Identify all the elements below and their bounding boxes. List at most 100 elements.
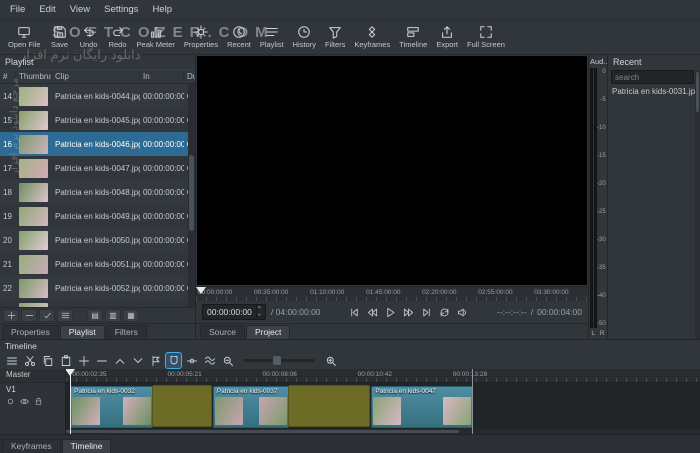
timeline-clip[interactable]: Patricia en kids-0047 [371,386,473,428]
menu-settings[interactable]: Settings [97,2,145,17]
master-track-head[interactable]: Master [0,369,65,383]
scrub-while-dragging-button[interactable] [184,353,199,368]
play-button[interactable] [385,307,396,318]
copy-button[interactable] [40,353,55,368]
dock-tab-filters[interactable]: Filters [105,325,147,339]
toolbar-export-button[interactable]: Export [432,23,462,51]
recent-scrollbar-thumb[interactable] [696,72,699,112]
playlist-row[interactable]: 16Patricia en kids-0046.jpg00:00:00:0000… [0,132,195,156]
view-icons-button[interactable]: ▦ [123,309,139,322]
playlist-row[interactable]: 20Patricia en kids-0050.jpg00:00:00:0000… [0,228,195,252]
timeline-track-v1[interactable]: Patricia en kids-0032 Patricia en kids-00… [66,385,700,428]
append-button[interactable] [76,353,91,368]
timeline-clip[interactable]: Patricia en kids-0032 [70,386,153,428]
playlist-column-headers: #ThumbnailsClipInDuration [0,69,195,84]
playlist-scrollbar[interactable] [188,84,195,307]
play-quickly-backwards-button[interactable] [367,307,378,318]
volume-button[interactable] [457,307,468,318]
player-tab-source[interactable]: Source [200,325,245,339]
bottom-tab-keyframes[interactable]: Keyframes [2,439,61,453]
recent-file-item[interactable]: Patricia en kids-0031.jpg [608,85,700,98]
zoom-timeline-in-button[interactable] [323,353,338,368]
toolbar-peak-meter-button[interactable]: Peak Meter [133,23,179,51]
column-header-thumbnails[interactable]: Thumbnails [16,72,52,81]
bottom-tab-timeline[interactable]: Timeline [61,439,112,453]
column-header-[interactable]: # [0,72,16,81]
recent-scrollbar[interactable] [695,71,700,339]
timeline-clip[interactable] [151,385,212,427]
toolbar-undo-button[interactable]: Undo [75,23,103,51]
update-playlist-item-button[interactable] [39,309,55,322]
position-field[interactable]: 00:00:00:00 [202,304,266,320]
toolbar-keyframes-button[interactable]: Keyframes [350,23,394,51]
skip-to-start-button[interactable] [349,307,360,318]
playlist-row[interactable]: 15Patricia en kids-0045.jpg00:00:00:0000… [0,108,195,132]
timeline-ruler[interactable]: 00:00:02:35 00:00:05:21 00:00:08:06 00:00:1… [66,369,700,383]
timeline-clip[interactable]: Patricia en kids-0037 [212,386,289,428]
paste-button[interactable] [58,353,73,368]
menu-help[interactable]: Help [145,2,179,17]
v1-track-head[interactable]: V1 [0,383,65,434]
create-edit-marker-button[interactable] [148,353,163,368]
toolbar-playlist-button[interactable]: Playlist [256,23,288,51]
toolbar-save-button[interactable]: Save [46,23,74,51]
toolbar-timeline-button[interactable]: Timeline [395,23,431,51]
position-spinner[interactable] [255,305,265,319]
column-header-clip[interactable]: Clip [52,72,140,81]
playlist-row[interactable]: 18Patricia en kids-0048.jpg00:00:00:0000… [0,180,195,204]
toolbar-filters-button[interactable]: Filters [321,23,349,51]
cut-button[interactable] [22,353,37,368]
toolbar-redo-button[interactable]: Redo [104,23,132,51]
playlist-row[interactable]: 19Patricia en kids-0049.jpg00:00:00:0000… [0,204,195,228]
recent-search-input[interactable] [611,70,694,84]
loop-button[interactable] [439,307,450,318]
zoom-slider[interactable] [243,356,315,365]
menu-edit[interactable]: Edit [32,2,62,17]
playlist-row[interactable]: 23Patricia en kids-0052.tif00:00:00:0000… [0,300,195,307]
timeline-clip[interactable] [287,385,371,427]
timeline-canvas[interactable]: 00:00:02:35 00:00:05:21 00:00:08:06 00:00:1… [66,369,700,434]
timeline-playhead-line[interactable] [69,369,71,434]
menu-file[interactable]: File [3,2,32,17]
player-playhead[interactable] [196,287,206,299]
toolbar-recent-button[interactable]: Recent [223,23,255,51]
toolbar-full-screen-button[interactable]: Full Screen [463,23,509,51]
column-header-in[interactable]: In [140,72,184,81]
remove-from-playlist-button[interactable] [21,309,37,322]
dock-tab-properties[interactable]: Properties [2,325,59,339]
recent-icon [232,25,246,39]
overwrite-button[interactable] [130,353,145,368]
lift-button[interactable] [112,353,127,368]
playlist-row[interactable]: 21Patricia en kids-0051.jpg00:00:00:0000… [0,252,195,276]
toolbar-properties-button[interactable]: Properties [180,23,222,51]
column-header-duration[interactable]: Duration [184,72,195,81]
ripple-delete-button[interactable] [94,353,109,368]
timeline-horizontal-scrollbar[interactable] [66,429,700,434]
play-quickly-forwards-button[interactable] [403,307,414,318]
view-tiles-button[interactable]: ▥ [105,309,121,322]
add-to-playlist-button[interactable] [3,309,19,322]
player-tab-project[interactable]: Project [245,325,291,339]
toggle-snapping-button[interactable] [165,352,182,369]
playlist-menu-button[interactable] [57,309,73,322]
video-preview[interactable] [197,56,587,285]
playlist-row[interactable]: 17Patricia en kids-0047.jpg00:00:00:0000… [0,156,195,180]
dock-tab-playlist[interactable]: Playlist [59,325,105,339]
ripple-all-tracks-button[interactable] [202,353,217,368]
playlist-row[interactable]: 22Patricia en kids-0052.jpg00:00:00:0000… [0,276,195,300]
hide-track-eye-icon[interactable] [20,397,29,409]
view-details-button[interactable]: ▤ [87,309,103,322]
menu-view[interactable]: View [63,2,97,17]
toolbar-open-file-button[interactable]: Open File [4,23,45,51]
timeline-menu-button[interactable] [4,353,19,368]
player-scrubber[interactable]: 00:00:00:00 00:35:00:00 01:10:00:00 01:45:0… [196,286,588,301]
playlist-row[interactable]: 14Patricia en kids-0044.jpg00:00:00:0000… [0,84,195,108]
skip-to-end-button[interactable] [421,307,432,318]
zoom-timeline-out-button[interactable] [220,353,235,368]
playlist-scrollbar-thumb[interactable] [189,155,194,232]
timeline-scrollbar-thumb[interactable] [66,430,460,433]
track-head-menu-icon[interactable] [6,397,15,409]
zoom-slider-handle[interactable] [273,356,282,365]
lock-track-icon[interactable] [34,397,43,409]
toolbar-history-button[interactable]: History [289,23,320,51]
